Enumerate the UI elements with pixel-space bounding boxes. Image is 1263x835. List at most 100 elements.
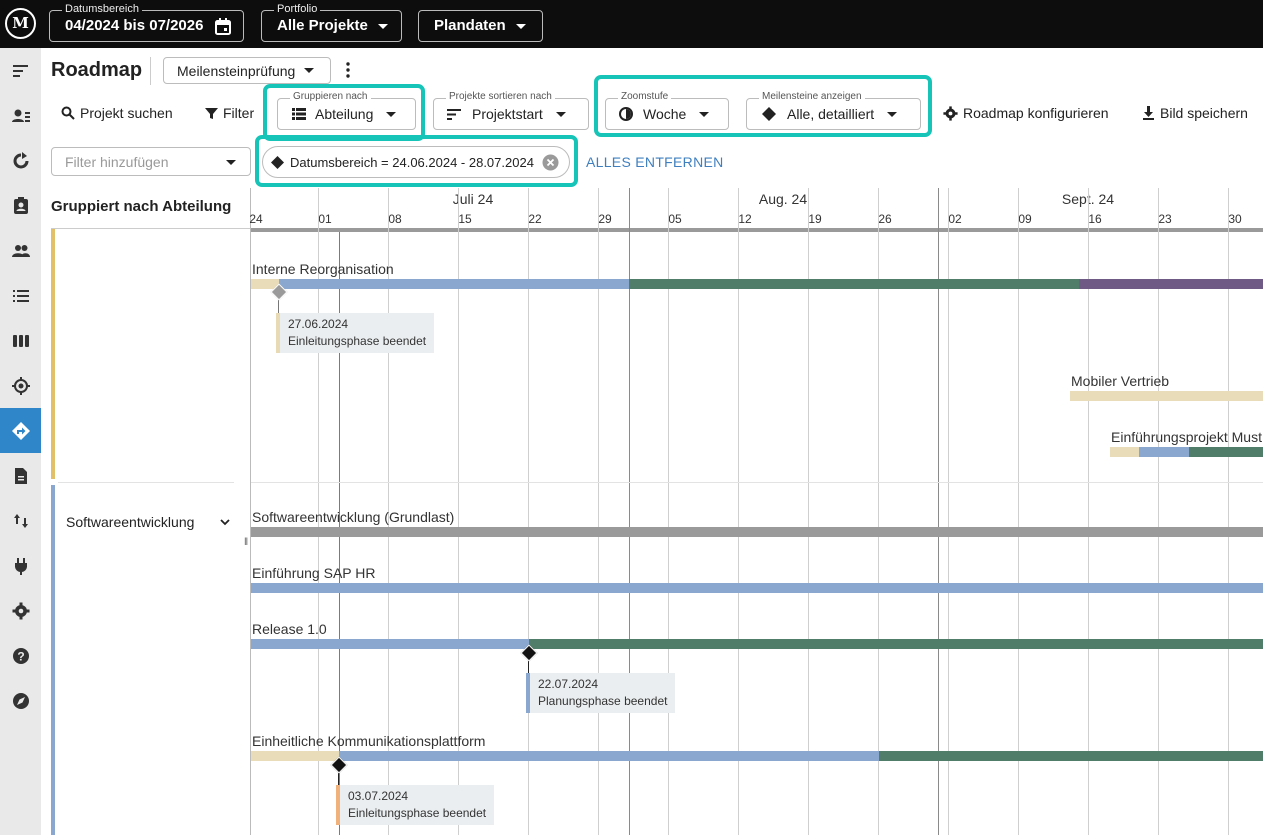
phase-bar-init[interactable] (1110, 447, 1139, 457)
month-label: Aug. 24 (758, 191, 808, 207)
sort-by-select[interactable]: Projekte sortieren nach Projektstart (433, 91, 589, 130)
date-range-value: 04/2024 bis 07/2026 (65, 17, 204, 34)
project-name[interactable]: Softwareentwicklung (Grundlast) (252, 509, 454, 525)
phase-bar-plan[interactable] (251, 583, 1263, 593)
project-name[interactable]: Einführungsprojekt Must (1111, 429, 1262, 445)
sidebar-item-settings[interactable] (0, 588, 41, 633)
date-range-label: Datumsbereich (62, 2, 142, 16)
day-label: 22 (528, 212, 542, 226)
refresh-icon (13, 151, 28, 168)
date-range-select[interactable]: Datumsbereich 04/2024 bis 07/2026 (49, 2, 244, 42)
milestone-label[interactable]: 22.07.2024 Planungsphase beendet (526, 673, 676, 713)
day-label: 26 (878, 212, 892, 226)
sidebar-item-user-list[interactable] (0, 93, 41, 138)
sidebar-item-contact-card[interactable] (0, 183, 41, 228)
phase-bar-init[interactable] (251, 751, 339, 761)
swap-vertical-icon (13, 513, 28, 528)
remove-all-button[interactable]: ALLES ENTFERNEN (586, 154, 724, 170)
chevron-down-icon[interactable] (220, 519, 230, 526)
view-select[interactable]: Meilensteinprüfung (163, 57, 331, 84)
divider (51, 228, 251, 229)
day-label: 05 (668, 212, 682, 226)
day-label: 29 (598, 212, 612, 226)
day-label: 23 (1158, 212, 1172, 226)
date-filter-chip[interactable]: Datumsbereich = 24.06.2024 - 28.07.2024 (262, 146, 570, 178)
resize-handle[interactable]: ‖ (244, 537, 248, 548)
sidebar-item-roadmap[interactable] (0, 408, 41, 453)
sidebar-item-swap[interactable] (0, 498, 41, 543)
sidebar-item-columns[interactable] (0, 318, 41, 363)
diamond-icon (762, 107, 776, 121)
directions-icon (11, 421, 30, 440)
portfolio-select[interactable]: Portfolio Alle Projekte (261, 2, 402, 42)
phase-bar-exec[interactable] (879, 751, 1263, 761)
phase-bar-base[interactable] (251, 527, 1263, 537)
portfolio-value: Alle Projekte (277, 17, 368, 34)
save-image-button[interactable]: Bild speichern (1142, 105, 1248, 121)
phase-bar-exec[interactable] (1189, 447, 1263, 457)
sidebar-item-target[interactable] (0, 363, 41, 408)
project-search-button[interactable]: Projekt suchen (61, 105, 173, 121)
sort-by-label: Projekte sortieren nach (446, 91, 555, 103)
plandata-select[interactable]: Plandaten (418, 10, 543, 42)
sidebar-item-roadmap-lines[interactable] (0, 48, 41, 93)
day-label: 16 (1088, 212, 1102, 226)
view-select-value: Meilensteinprüfung (177, 62, 296, 79)
project-name[interactable]: Release 1.0 (252, 621, 327, 637)
sidebar-item-document[interactable] (0, 453, 41, 498)
filter-button[interactable]: Filter (205, 105, 254, 121)
phase-bar-close[interactable] (1079, 279, 1263, 289)
logo[interactable]: M (5, 8, 36, 39)
sidebar-item-help[interactable]: ? (0, 633, 41, 678)
chevron-down-icon (304, 68, 315, 73)
chevron-down-icon (887, 111, 898, 117)
phase-bar-plan[interactable] (279, 279, 629, 289)
phase-bar-exec[interactable] (629, 279, 1079, 289)
day-label: 09 (1018, 212, 1032, 226)
sidebar-item-refresh[interactable] (0, 138, 41, 183)
phase-bar-init[interactable] (1070, 391, 1263, 401)
configure-roadmap-button[interactable]: Roadmap konfigurieren (943, 105, 1109, 121)
project-name[interactable]: Mobiler Vertrieb (1071, 373, 1169, 389)
sidebar-item-plug[interactable] (0, 543, 41, 588)
group-by-label: Gruppieren nach (290, 91, 371, 103)
compass-icon (12, 692, 29, 709)
group-color-bar-2 (51, 485, 55, 835)
day-label: 19 (808, 212, 822, 226)
close-icon[interactable] (542, 154, 559, 171)
sidebar-item-people[interactable] (0, 228, 41, 273)
download-icon (1143, 106, 1154, 120)
chevron-down-icon (555, 111, 566, 117)
filter-add-placeholder: Filter hinzufügen (65, 153, 169, 170)
more-vert-icon[interactable] (345, 62, 351, 78)
group-name-softwareentwicklung[interactable]: Softwareentwicklung (66, 514, 194, 530)
portfolio-label: Portfolio (274, 2, 321, 16)
milestone-label[interactable]: 27.06.2024 Einleitungsphase beendet (276, 313, 435, 353)
settings-icon (12, 602, 29, 619)
settings-icon (943, 105, 958, 121)
document-icon (14, 467, 27, 484)
group-by-select[interactable]: Gruppieren nach Abteilung (277, 91, 416, 130)
day-label: 24 (249, 212, 263, 226)
save-image-label: Bild speichern (1160, 105, 1248, 121)
zoom-select[interactable]: Zoomstufe Woche (605, 91, 729, 130)
phase-bar-plan[interactable] (339, 751, 879, 761)
list-icon (292, 108, 306, 120)
phase-bar-exec[interactable] (529, 639, 1263, 649)
day-label: 01 (318, 212, 332, 226)
milestone-label[interactable]: 03.07.2024 Einleitungsphase beendet (336, 785, 495, 825)
phase-bar-plan[interactable] (251, 639, 529, 649)
milestones-select[interactable]: Meilensteine anzeigen Alle, detailliert (746, 91, 921, 130)
columns-icon (12, 334, 29, 347)
project-name[interactable]: Interne Reorganisation (252, 261, 394, 277)
sidebar-item-compass[interactable] (0, 678, 41, 723)
target-icon (11, 376, 30, 395)
milestone-text: Einleitungsphase beendet (288, 334, 427, 348)
project-name[interactable]: Einheitliche Kommunikationsplattform (252, 733, 485, 749)
filter-add-input[interactable]: Filter hinzufügen (51, 147, 251, 176)
chevron-down-icon (699, 111, 710, 117)
phase-bar-plan[interactable] (1139, 447, 1189, 457)
project-name[interactable]: Einführung SAP HR (252, 565, 375, 581)
sidebar-item-list[interactable] (0, 273, 41, 318)
zoom-level-icon (619, 107, 633, 121)
